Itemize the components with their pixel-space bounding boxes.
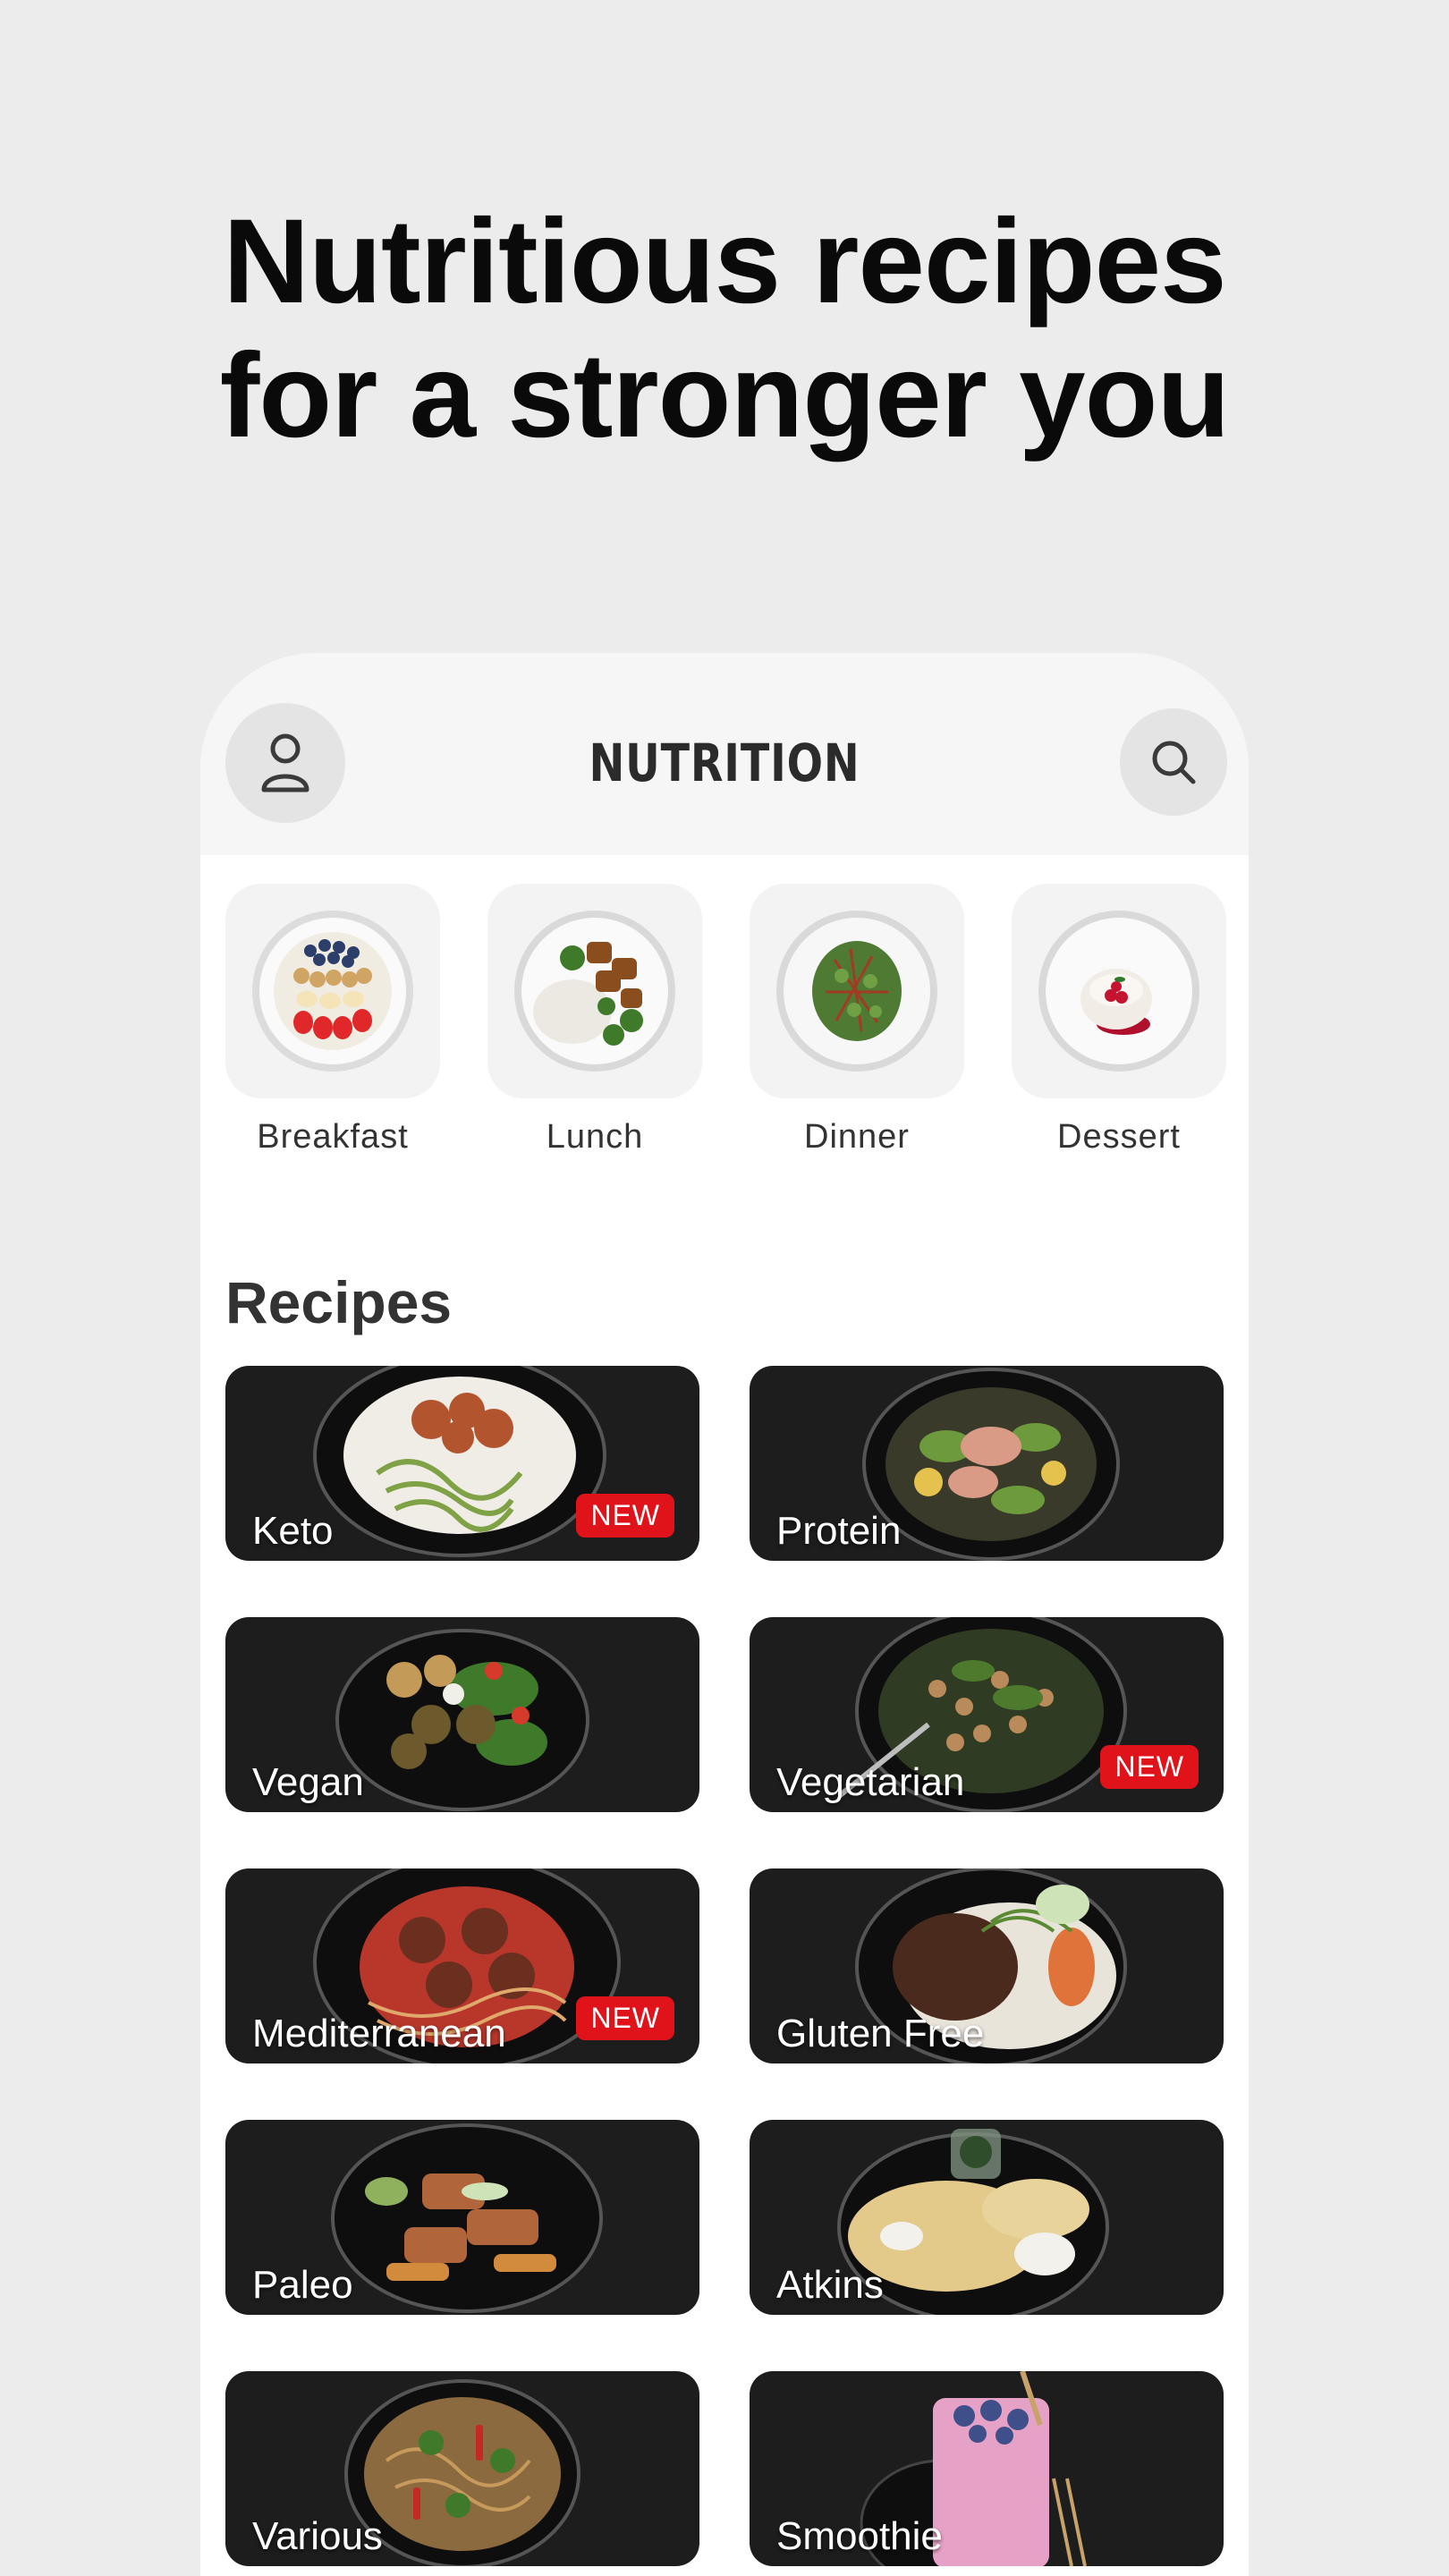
recipe-card-keto[interactable]: Keto NEW [225,1366,699,1561]
recipe-label: Mediterranean [252,2012,506,2055]
recipe-card-mediterranean[interactable]: Mediterranean NEW [225,1868,699,2063]
recipe-label: Various [252,2514,383,2558]
salad-plate-icon [776,911,937,1072]
hero-line-2: for a stronger you [219,329,1231,462]
hero-line-1: Nutritious recipes [223,195,1226,328]
recipe-card-various[interactable]: Various [225,2371,699,2566]
dessert-tile [1012,884,1226,1098]
app-screen: NUTRITION Breakfast Lunch Dinner Dessert… [200,653,1249,2576]
yogurt-bowl-icon [252,911,413,1072]
recipe-card-vegetarian[interactable]: Vegetarian NEW [750,1617,1224,1812]
dinner-tile [750,884,964,1098]
profile-button[interactable] [225,703,345,823]
panna-cotta-icon [1038,911,1199,1072]
recipe-label: Keto [252,1509,334,1553]
recipe-label: Gluten Free [776,2012,985,2055]
recipe-label: Vegetarian [776,1760,965,1804]
meal-label: Lunch [546,1118,644,1156]
meal-lunch[interactable]: Lunch [487,884,702,1157]
lunch-tile [487,884,702,1098]
meal-dessert[interactable]: Dessert [1012,884,1226,1157]
search-icon [1152,741,1196,784]
recipe-card-protein[interactable]: Protein [750,1366,1224,1561]
recipe-card-atkins[interactable]: Atkins [750,2120,1224,2315]
recipe-card-smoothie[interactable]: Smoothie [750,2371,1224,2566]
meal-label: Dessert [1057,1118,1181,1156]
app-title: NUTRITION [589,733,860,793]
search-button[interactable] [1120,708,1227,816]
meal-breakfast[interactable]: Breakfast [225,884,440,1157]
recipe-card-vegan[interactable]: Vegan [225,1617,699,1812]
breakfast-tile [225,884,440,1098]
meal-label: Breakfast [257,1118,409,1156]
recipe-label: Vegan [252,1760,364,1804]
recipe-label: Atkins [776,2263,884,2307]
recipe-card-paleo[interactable]: Paleo [225,2120,699,2315]
recipe-label: Paleo [252,2263,353,2307]
new-badge: NEW [576,1494,674,1538]
hero-headline: Nutritious recipes for a stronger you [0,195,1449,463]
meal-label: Dinner [804,1118,910,1156]
recipe-label: Smoothie [776,2514,943,2558]
recipe-card-gluten-free[interactable]: Gluten Free [750,1868,1224,2063]
rice-broccoli-plate-icon [514,911,675,1072]
recipe-label: Protein [776,1509,902,1553]
recipes-heading: Recipes [225,1269,453,1335]
person-icon [261,733,309,792]
new-badge: NEW [1100,1745,1199,1789]
new-badge: NEW [576,1996,674,2040]
meal-dinner[interactable]: Dinner [750,884,964,1157]
